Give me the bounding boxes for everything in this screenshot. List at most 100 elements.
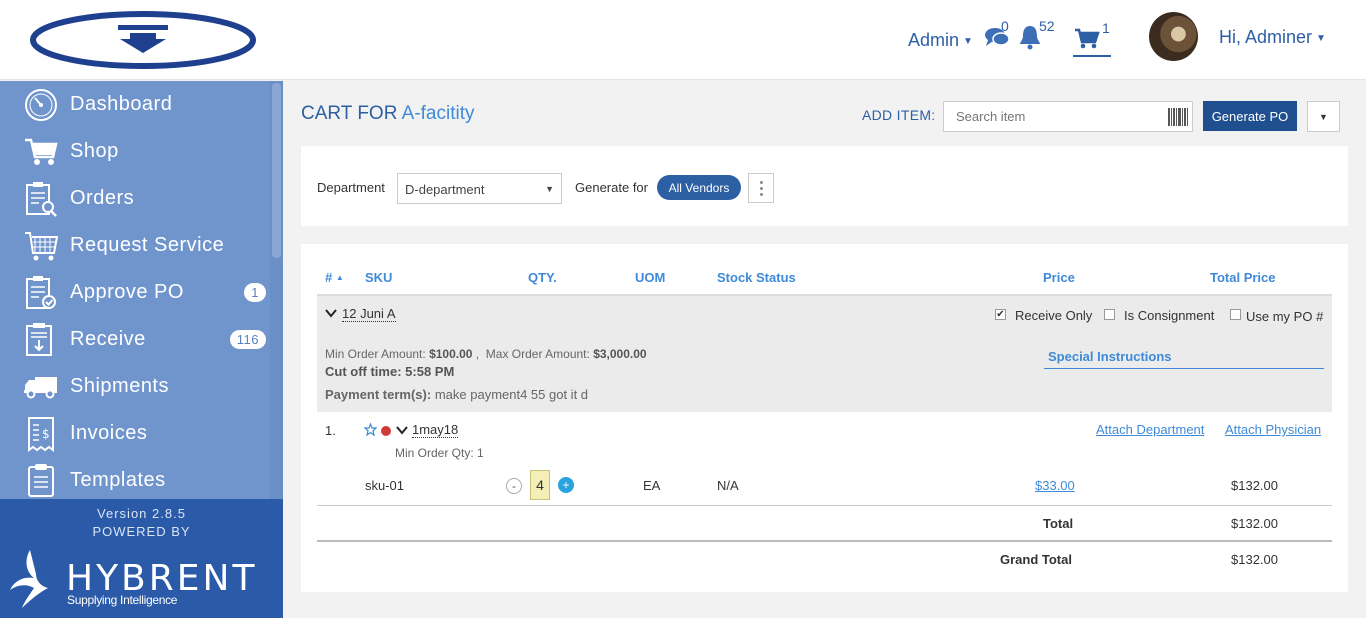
truck-icon — [0, 375, 70, 399]
chevron-down-icon[interactable] — [396, 426, 408, 435]
is-consignment-label: Is Consignment — [1124, 308, 1215, 323]
sidebar-item-label: Orders — [70, 187, 135, 209]
receive-badge: 116 — [229, 330, 266, 349]
cart-icon — [0, 137, 70, 167]
chat-count: 0 — [1001, 18, 1009, 34]
item-price-link[interactable]: $33.00 — [1035, 478, 1075, 493]
use-my-po-checkbox[interactable] — [1230, 309, 1241, 320]
order-amount-limits: Min Order Amount: $100.00 , Max Order Am… — [325, 347, 647, 361]
cart-active-underline — [1073, 55, 1111, 57]
attach-department-link[interactable]: Attach Department — [1096, 422, 1204, 437]
item-name[interactable]: 1may18 — [412, 422, 459, 438]
all-vendors-pill[interactable]: All Vendors — [657, 175, 741, 200]
sidebar-item-label: Approve PO — [70, 281, 184, 303]
sidebar-item-templates[interactable]: Templates — [0, 457, 270, 499]
chevron-down-icon[interactable] — [325, 309, 337, 318]
sidebar-item-receive[interactable]: Receive 116 — [0, 316, 270, 363]
special-instructions-field[interactable]: Special Instructions — [1044, 349, 1324, 369]
column-header-total-price[interactable]: Total Price — [1210, 270, 1276, 285]
sidebar-scroll-thumb[interactable] — [272, 83, 281, 258]
max-order-label: Max Order Amount: — [485, 347, 590, 361]
orders-icon — [0, 181, 70, 217]
caret-down-icon: ▼ — [1319, 111, 1328, 122]
cutoff-label: Cut off time: — [325, 364, 402, 379]
qty-increment-button[interactable]: + — [558, 477, 574, 493]
templates-icon — [0, 463, 70, 499]
powered-by-label: POWERED BY — [92, 524, 191, 539]
sort-asc-icon: ▲ — [335, 273, 344, 282]
generate-po-dropdown-button[interactable]: ▼ — [1307, 101, 1340, 132]
department-value: D-department — [405, 182, 485, 197]
payment-value: make payment4 55 got it d — [434, 387, 589, 402]
chevron-down-icon: ▼ — [963, 36, 973, 47]
min-order-value: $100.00 — [429, 347, 473, 361]
use-my-po-label: Use my PO # — [1246, 309, 1324, 324]
column-header-qty[interactable]: QTY. — [528, 270, 557, 285]
total-value: $132.00 — [1231, 516, 1278, 531]
sidebar-item-request-service[interactable]: Request Service — [0, 222, 270, 269]
admin-label: Admin — [908, 30, 960, 50]
hybrent-tagline: Supplying Intelligence — [67, 593, 178, 607]
generate-for-label: Generate for — [575, 180, 648, 195]
column-header-stock-status[interactable]: Stock Status — [717, 270, 796, 285]
page-title-prefix: CART FOR — [301, 103, 398, 124]
vendor-name[interactable]: 12 Juni A — [342, 306, 396, 322]
item-total-price: $132.00 — [1231, 478, 1278, 493]
sidebar-item-label: Request Service — [70, 234, 225, 256]
min-order-label: Min Order Amount: — [325, 347, 426, 361]
receive-icon — [0, 322, 70, 358]
request-service-icon — [0, 229, 70, 263]
company-logo[interactable] — [30, 11, 256, 69]
svg-text:$: $ — [42, 427, 50, 441]
receive-only-label: Receive Only — [1015, 308, 1093, 323]
notification-count: 52 — [1039, 18, 1055, 34]
max-order-value: $3,000.00 — [593, 347, 647, 361]
sidebar-item-invoices[interactable]: $ Invoices — [0, 410, 270, 457]
more-options-button[interactable] — [748, 173, 774, 203]
chevron-down-icon: ▼ — [1316, 33, 1326, 44]
sidebar-nav: Dashboard Shop Orders Request Service Ap… — [0, 81, 270, 499]
facility-name[interactable]: A-facitity — [402, 103, 475, 124]
admin-menu[interactable]: Admin ▼ — [908, 30, 973, 51]
payment-label: Payment term(s): — [325, 387, 432, 402]
column-header-number[interactable]: # ▲ — [325, 270, 344, 285]
item-stock-status: N/A — [717, 478, 739, 493]
department-select[interactable]: D-department ▼ — [397, 173, 562, 204]
sidebar-item-label: Shop — [70, 140, 119, 162]
kebab-dot-icon — [759, 186, 763, 190]
sidebar-item-approve-po[interactable]: Approve PO 1 — [0, 269, 270, 316]
qty-value[interactable]: 4 — [530, 470, 550, 500]
barcode-icon[interactable] — [1168, 108, 1188, 126]
department-label: Department — [317, 180, 385, 195]
receive-only-checkbox[interactable]: ✔ — [995, 309, 1006, 320]
user-menu[interactable]: Hi, Adminer ▼ — [1219, 27, 1326, 48]
search-input[interactable] — [943, 101, 1193, 132]
sidebar-item-shop[interactable]: Shop — [0, 128, 270, 175]
total-divider — [317, 540, 1332, 542]
item-sku: sku-01 — [365, 478, 405, 493]
total-label: Total — [1043, 516, 1074, 531]
sidebar-item-orders[interactable]: Orders — [0, 175, 270, 222]
is-consignment-checkbox[interactable] — [1104, 309, 1115, 320]
min-order-qty: Min Order Qty: 1 — [395, 446, 484, 460]
sidebar-item-dashboard[interactable]: Dashboard — [0, 81, 270, 128]
caret-down-icon: ▼ — [545, 184, 554, 194]
cutoff-value: 5:58 PM — [405, 364, 455, 379]
sidebar-item-shipments[interactable]: Shipments — [0, 363, 270, 410]
page-title: CART FOR A-facitity — [301, 103, 475, 125]
column-header-price[interactable]: Price — [1043, 270, 1075, 285]
kebab-dot-icon — [759, 180, 763, 184]
column-header-sku[interactable]: SKU — [365, 270, 392, 285]
row-divider — [317, 505, 1332, 506]
sidebar-item-label: Invoices — [70, 422, 148, 444]
attach-physician-link[interactable]: Attach Physician — [1225, 422, 1321, 437]
star-icon[interactable] — [364, 423, 377, 436]
qty-decrement-button[interactable]: - — [506, 478, 522, 494]
column-header-uom[interactable]: UOM — [635, 270, 665, 285]
row-index: 1. — [325, 423, 336, 438]
generate-po-button[interactable]: Generate PO — [1203, 101, 1297, 131]
avatar[interactable] — [1149, 12, 1198, 61]
sidebar-item-label: Templates — [70, 469, 166, 491]
approve-po-icon — [0, 275, 70, 311]
cart-icon[interactable] — [1074, 28, 1100, 50]
